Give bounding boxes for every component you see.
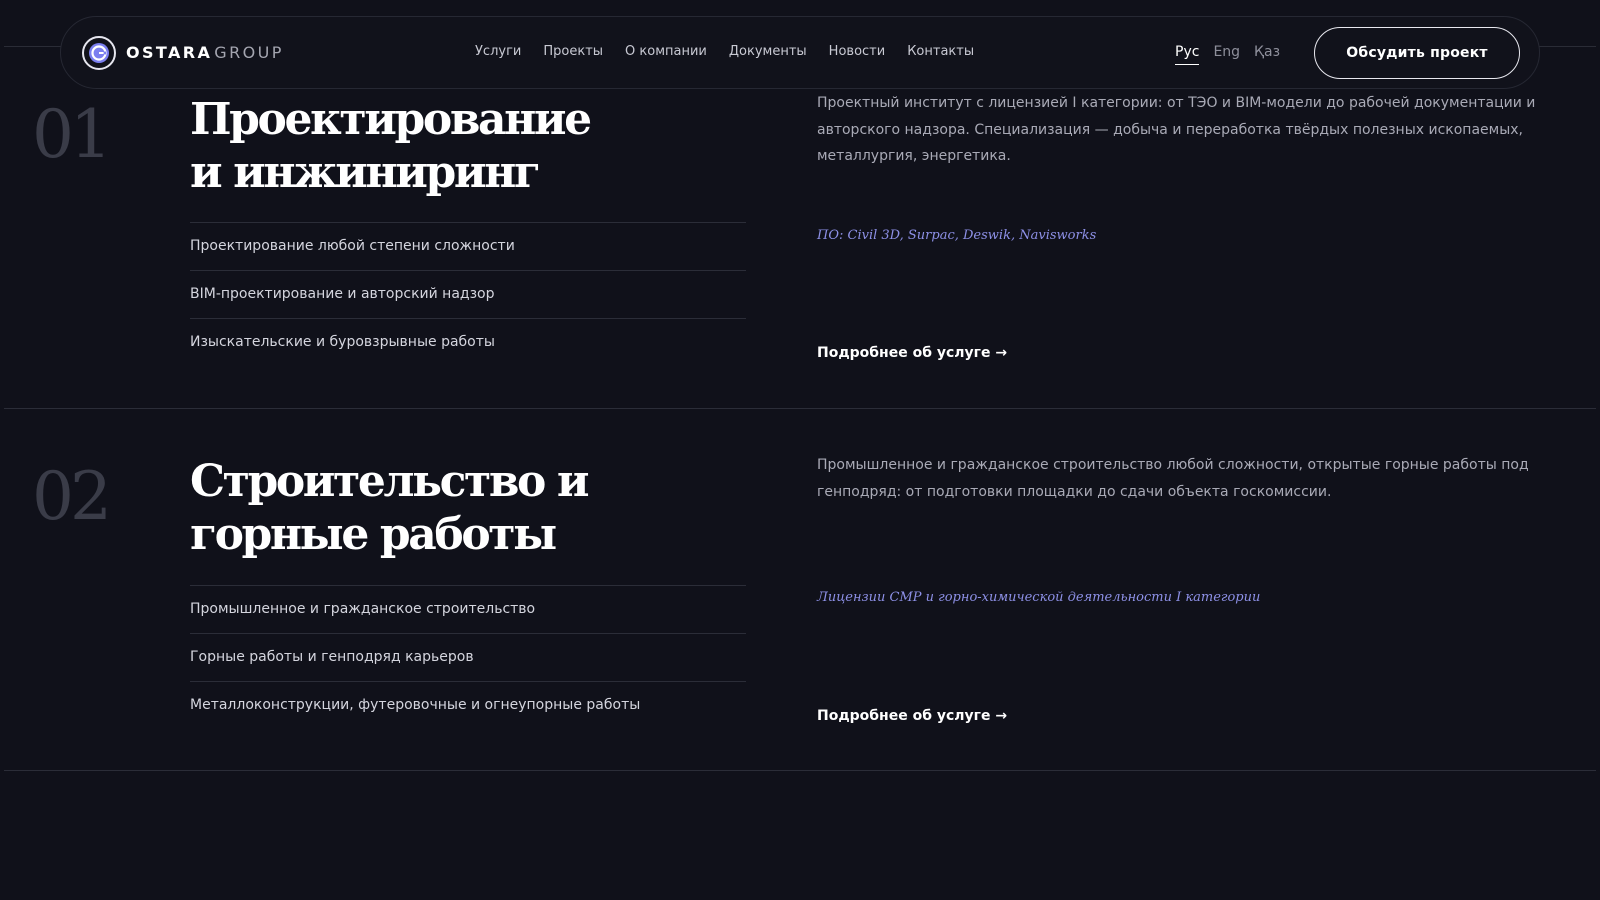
service-title-line: Строительство и [190,456,590,507]
lang-en[interactable]: Eng [1213,43,1240,65]
nav-item-about[interactable]: О компании [625,43,707,61]
nav-item-contacts[interactable]: Контакты [907,43,974,61]
service-feature: Металлоконструкции, футеровочные и огнеу… [190,681,746,729]
service-number: 01 [32,96,112,173]
service-title: Проектирование и инжиниринг [190,93,750,199]
logo-text-light: GROUP [214,43,284,62]
section-divider [4,408,1596,409]
language-switcher: Рус Eng Қаз [1175,43,1294,65]
nav-item-news[interactable]: Новости [829,43,886,61]
discuss-project-button[interactable]: Обсудить проект [1314,27,1520,79]
logo-text-strong: OSTARA [126,43,213,62]
service-feature: BIM-проектирование и авторский надзор [190,270,746,318]
logo-text: OSTARA GROUP [126,44,284,62]
service-note: Лицензии СМР и горно-химической деятельн… [817,590,1261,605]
service-feature-list: Промышленное и гражданское строительство… [190,585,746,729]
nav-item-projects[interactable]: Проекты [543,43,603,61]
service-number: 02 [32,458,112,535]
nav-item-documents[interactable]: Документы [729,43,807,61]
service-feature: Промышленное и гражданское строительство [190,585,746,633]
service-note: ПО: Civil 3D, Surpac, Deswik, Navisworks [817,228,1097,243]
service-title: Строительство и горные работы [190,455,750,561]
lang-kz[interactable]: Қаз [1254,43,1280,65]
service-title-line: и инжиниринг [190,147,541,198]
service-description: Промышленное и гражданское строительство… [817,457,1529,500]
nav-item-services[interactable]: Услуги [475,43,521,61]
service-title-line: Проектирование [190,94,592,145]
service-feature: Проектирование любой степени сложности [190,222,746,270]
logo[interactable]: OSTARA GROUP [82,36,284,70]
service-feature-list: Проектирование любой степени сложности B… [190,222,746,366]
site-header: OSTARA GROUP Услуги Проекты О компании До… [60,16,1540,89]
main-nav: Услуги Проекты О компании Документы Ново… [475,43,996,61]
service-feature: Изыскательские и буровзрывные работы [190,318,746,366]
ostara-logo-icon [82,36,116,70]
service-more-link[interactable]: Подробнее об услуге → [817,344,1007,362]
service-description: Проектный институт с лицензией I категор… [817,95,1536,164]
service-title-line: горные работы [190,509,557,560]
service-more-link[interactable]: Подробнее об услуге → [817,707,1007,725]
section-divider [4,770,1596,771]
service-feature: Горные работы и генподряд карьеров [190,633,746,681]
lang-ru[interactable]: Рус [1175,43,1200,65]
